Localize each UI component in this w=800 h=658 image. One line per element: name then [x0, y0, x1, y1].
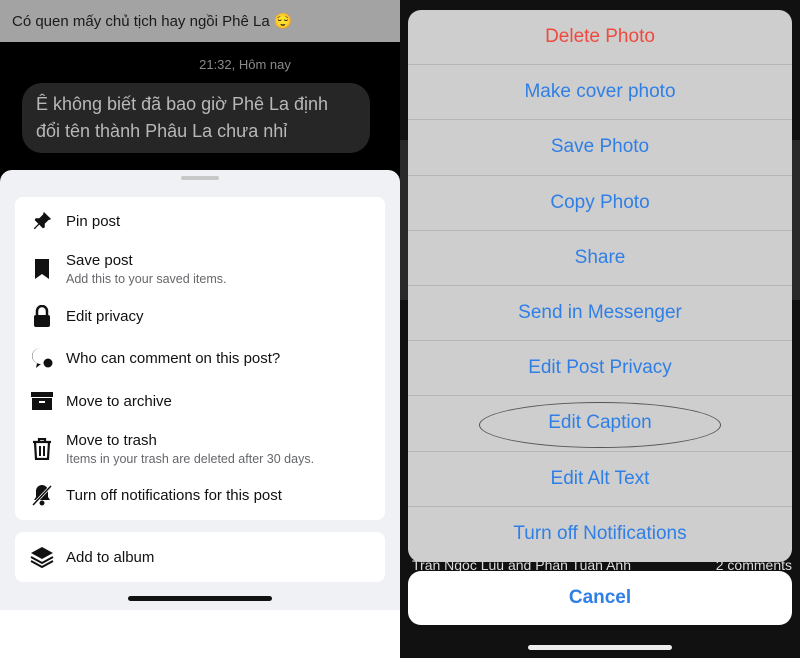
- menu-item-edit-privacy[interactable]: Edit privacy: [15, 304, 385, 328]
- bell-off-icon: [30, 483, 54, 507]
- photo-action-sheet: Delete Photo Make cover photo Save Photo…: [408, 10, 792, 562]
- menu-item-who-can-comment[interactable]: Who can comment on this post?: [15, 346, 385, 370]
- bottom-area: [0, 610, 400, 658]
- menu-item-move-to-trash[interactable]: Move to trash Items in your trash are del…: [15, 429, 385, 469]
- menu-item-pin-post[interactable]: Pin post: [15, 209, 385, 233]
- menu-item-label: Move to archive: [66, 392, 172, 410]
- menu-item-save-post[interactable]: Save post Add this to your saved items.: [15, 249, 385, 289]
- edit-post-privacy-button[interactable]: Edit Post Privacy: [408, 341, 792, 397]
- menu-item-move-to-archive[interactable]: Move to archive: [15, 389, 385, 413]
- album-card: Add to album: [15, 532, 385, 582]
- make-cover-photo-button[interactable]: Make cover photo: [408, 65, 792, 121]
- chat-header: Có quen mấy chủ tịch hay ngồi Phê La 😌: [0, 0, 400, 42]
- menu-item-label: Pin post: [66, 212, 121, 230]
- menu-item-label: Edit privacy: [66, 307, 144, 325]
- layers-icon: [30, 545, 54, 569]
- bookmark-icon: [30, 257, 54, 281]
- turn-off-notifications-button[interactable]: Turn off Notifications: [408, 507, 792, 562]
- delete-photo-button[interactable]: Delete Photo: [408, 10, 792, 66]
- menu-item-label: Turn off notifications for this post: [66, 486, 282, 504]
- edit-alt-text-button[interactable]: Edit Alt Text: [408, 452, 792, 507]
- menu-item-description: Items in your trash are deleted after 30…: [66, 452, 315, 466]
- menu-item-turn-off-notifications[interactable]: Turn off notifications for this post: [15, 483, 385, 507]
- menu-item-description: Add this to your saved items.: [66, 272, 227, 286]
- highlight-ellipse: [479, 402, 721, 448]
- copy-photo-button[interactable]: Copy Photo: [408, 176, 792, 231]
- menu-item-label: Move to trash: [66, 432, 157, 449]
- home-indicator: [128, 596, 272, 601]
- post-options-sheet: Pin post Save post Add this to your saved…: [0, 170, 400, 610]
- archive-icon: [30, 389, 54, 413]
- right-screenshot: Tran Ngoc Luu and Phan Tuan Anh 2 commen…: [400, 0, 800, 658]
- trash-icon: [30, 437, 54, 461]
- left-screenshot: Có quen mấy chủ tịch hay ngồi Phê La 😌 2…: [0, 0, 400, 658]
- options-card: Pin post Save post Add this to your saved…: [15, 197, 385, 520]
- message-bubble: Ê không biết đã bao giờ Phê La định đổi …: [22, 83, 370, 153]
- menu-item-add-to-album[interactable]: Add to album: [15, 545, 385, 569]
- cancel-button[interactable]: Cancel: [408, 571, 792, 625]
- sheet-grabber[interactable]: [181, 176, 219, 180]
- comment-shield-icon: [30, 346, 54, 370]
- timestamp: 21:32, Hôm nay: [199, 57, 291, 72]
- menu-item-label: Save post: [66, 252, 133, 269]
- menu-item-label: Add to album: [66, 548, 155, 566]
- home-indicator: [528, 645, 672, 650]
- menu-item-label: Who can comment on this post?: [66, 349, 281, 367]
- share-button[interactable]: Share: [408, 231, 792, 286]
- save-photo-button[interactable]: Save Photo: [408, 120, 792, 176]
- lock-icon: [30, 304, 54, 328]
- send-in-messenger-button[interactable]: Send in Messenger: [408, 286, 792, 342]
- pin-icon: [30, 209, 54, 233]
